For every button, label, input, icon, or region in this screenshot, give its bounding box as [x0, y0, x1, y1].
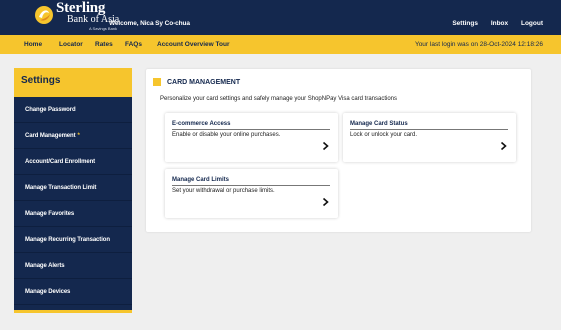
- active-marker: *: [77, 133, 80, 139]
- card-title: Manage Card Limits: [172, 177, 230, 183]
- sidebar-item-label: Manage Transaction Limit: [25, 185, 97, 191]
- sidebar-item-label: Change Password: [25, 107, 76, 113]
- chevron-right-icon[interactable]: [322, 197, 329, 207]
- card-description: Enable or disable your online purchases.: [172, 132, 281, 138]
- card-divider: [172, 185, 330, 186]
- sidebar-item-manage-favorites[interactable]: Manage Favorites: [14, 201, 132, 227]
- card-divider: [172, 129, 330, 130]
- sterling-logo-icon: [35, 6, 53, 24]
- inbox-link[interactable]: Inbox: [491, 20, 508, 27]
- sidebar-item-manage-recurring-transaction[interactable]: Manage Recurring Transaction: [14, 227, 132, 253]
- manage-card-limits-card[interactable]: Manage Card Limits Set your withdrawal o…: [165, 169, 338, 218]
- main-nav: Home Locator Rates FAQs Account Overview…: [0, 35, 561, 54]
- page-description: Personalize your card settings and safel…: [160, 96, 398, 102]
- sidebar-footer-bar: [14, 310, 132, 313]
- sidebar-item-label: Manage Devices: [25, 289, 71, 295]
- sidebar-item-text: Card Management: [25, 133, 76, 139]
- sidebar-item-label: Manage Alerts: [25, 263, 65, 269]
- card-title: Manage Card Status: [350, 121, 408, 127]
- nav-rates[interactable]: Rates: [95, 41, 113, 48]
- sidebar-item-card-management[interactable]: Card Management *: [14, 123, 132, 149]
- settings-sidebar: Settings Change Password Card Management…: [14, 68, 132, 313]
- sidebar-item-label: Manage Favorites: [25, 211, 75, 217]
- last-login-info: Your last login was on 28-Oct-2024 12:18…: [414, 41, 543, 48]
- welcome-message: Welcome, Nica Sy Co-chua: [109, 20, 190, 27]
- sidebar-item-account-card-enrollment[interactable]: Account/Card Enrollment: [14, 149, 132, 175]
- settings-link[interactable]: Settings: [452, 20, 478, 27]
- chevron-right-icon[interactable]: [322, 141, 329, 151]
- logout-link[interactable]: Logout: [521, 20, 543, 27]
- sidebar-item-manage-devices[interactable]: Manage Devices: [14, 279, 132, 305]
- chevron-right-icon[interactable]: [500, 141, 507, 151]
- card-description: Lock or unlock your card.: [350, 132, 418, 138]
- ecommerce-access-card[interactable]: E-commerce Access Enable or disable your…: [165, 113, 338, 162]
- manage-card-status-card[interactable]: Manage Card Status Lock or unlock your c…: [343, 113, 516, 162]
- section-accent-square: [153, 78, 161, 86]
- card-description: Set your withdrawal or purchase limits.: [172, 188, 275, 194]
- top-header: Sterling Bank of Asia A Savings Bank Wel…: [0, 0, 561, 35]
- nav-locator[interactable]: Locator: [59, 41, 83, 48]
- card-management-panel: CARD MANAGEMENT Personalize your card se…: [146, 69, 531, 232]
- header-links: Settings Inbox Logout: [441, 20, 543, 27]
- sidebar-header: Settings: [14, 68, 132, 97]
- sidebar-item-label: Account/Card Enrollment: [25, 159, 96, 165]
- sidebar-item-label: Card Management *: [25, 133, 80, 139]
- nav-account-overview-tour[interactable]: Account Overview Tour: [157, 41, 229, 48]
- card-divider: [350, 129, 508, 130]
- nav-faqs[interactable]: FAQs: [125, 41, 142, 48]
- bank-logo[interactable]: Sterling Bank of Asia A Savings Bank: [34, 1, 129, 32]
- card-title: E-commerce Access: [172, 121, 231, 127]
- sidebar-item-manage-alerts[interactable]: Manage Alerts: [14, 253, 132, 279]
- sidebar-item-change-password[interactable]: Change Password: [14, 97, 132, 123]
- page-title: CARD MANAGEMENT: [167, 79, 241, 86]
- sidebar-title: Settings: [21, 75, 61, 86]
- sidebar-item-manage-transaction-limit[interactable]: Manage Transaction Limit: [14, 175, 132, 201]
- sidebar-item-label: Manage Recurring Transaction: [25, 237, 110, 243]
- nav-home[interactable]: Home: [24, 41, 42, 48]
